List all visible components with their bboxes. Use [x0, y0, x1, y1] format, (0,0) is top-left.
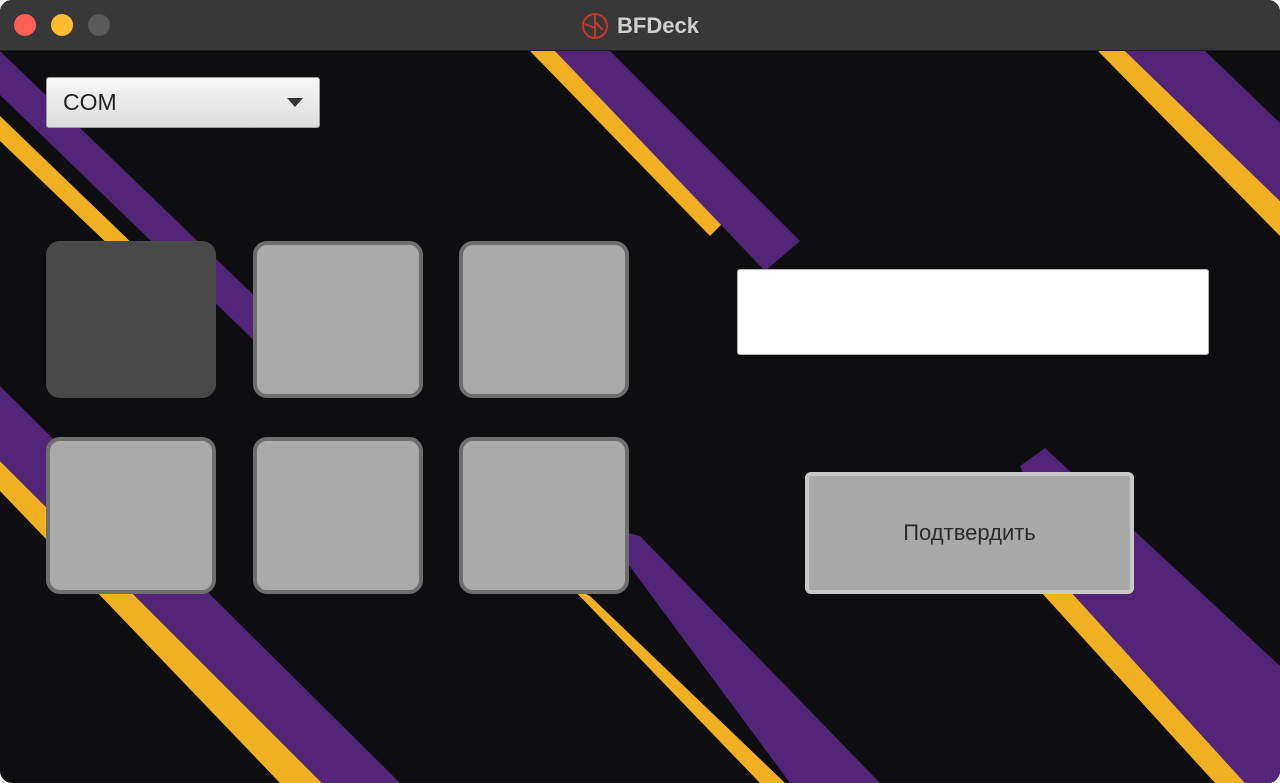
port-select[interactable]: COM	[46, 77, 320, 128]
striped-background	[0, 51, 1280, 783]
chevron-down-icon	[287, 98, 303, 107]
app-window: BFDeck COM Подтвердить	[0, 0, 1280, 783]
key-button-4[interactable]	[46, 437, 216, 594]
key-button-5[interactable]	[253, 437, 423, 594]
key-button-2[interactable]	[253, 241, 423, 398]
stripe-purple	[555, 51, 800, 271]
main-content: COM Подтвердить	[0, 51, 1280, 783]
background-stripes	[0, 51, 1280, 783]
key-button-6[interactable]	[459, 437, 629, 594]
window-title-group: BFDeck	[0, 0, 1280, 51]
stripe-purple	[1125, 51, 1280, 201]
key-button-3[interactable]	[459, 241, 629, 398]
confirm-button[interactable]: Подтвердить	[805, 472, 1134, 594]
key-button-1[interactable]	[46, 241, 216, 398]
bfdeck-logo-icon	[582, 12, 609, 39]
command-input[interactable]	[737, 269, 1209, 355]
port-select-value: COM	[63, 89, 117, 115]
title-bar[interactable]: BFDeck	[0, 0, 1280, 51]
window-title: BFDeck	[617, 12, 699, 38]
